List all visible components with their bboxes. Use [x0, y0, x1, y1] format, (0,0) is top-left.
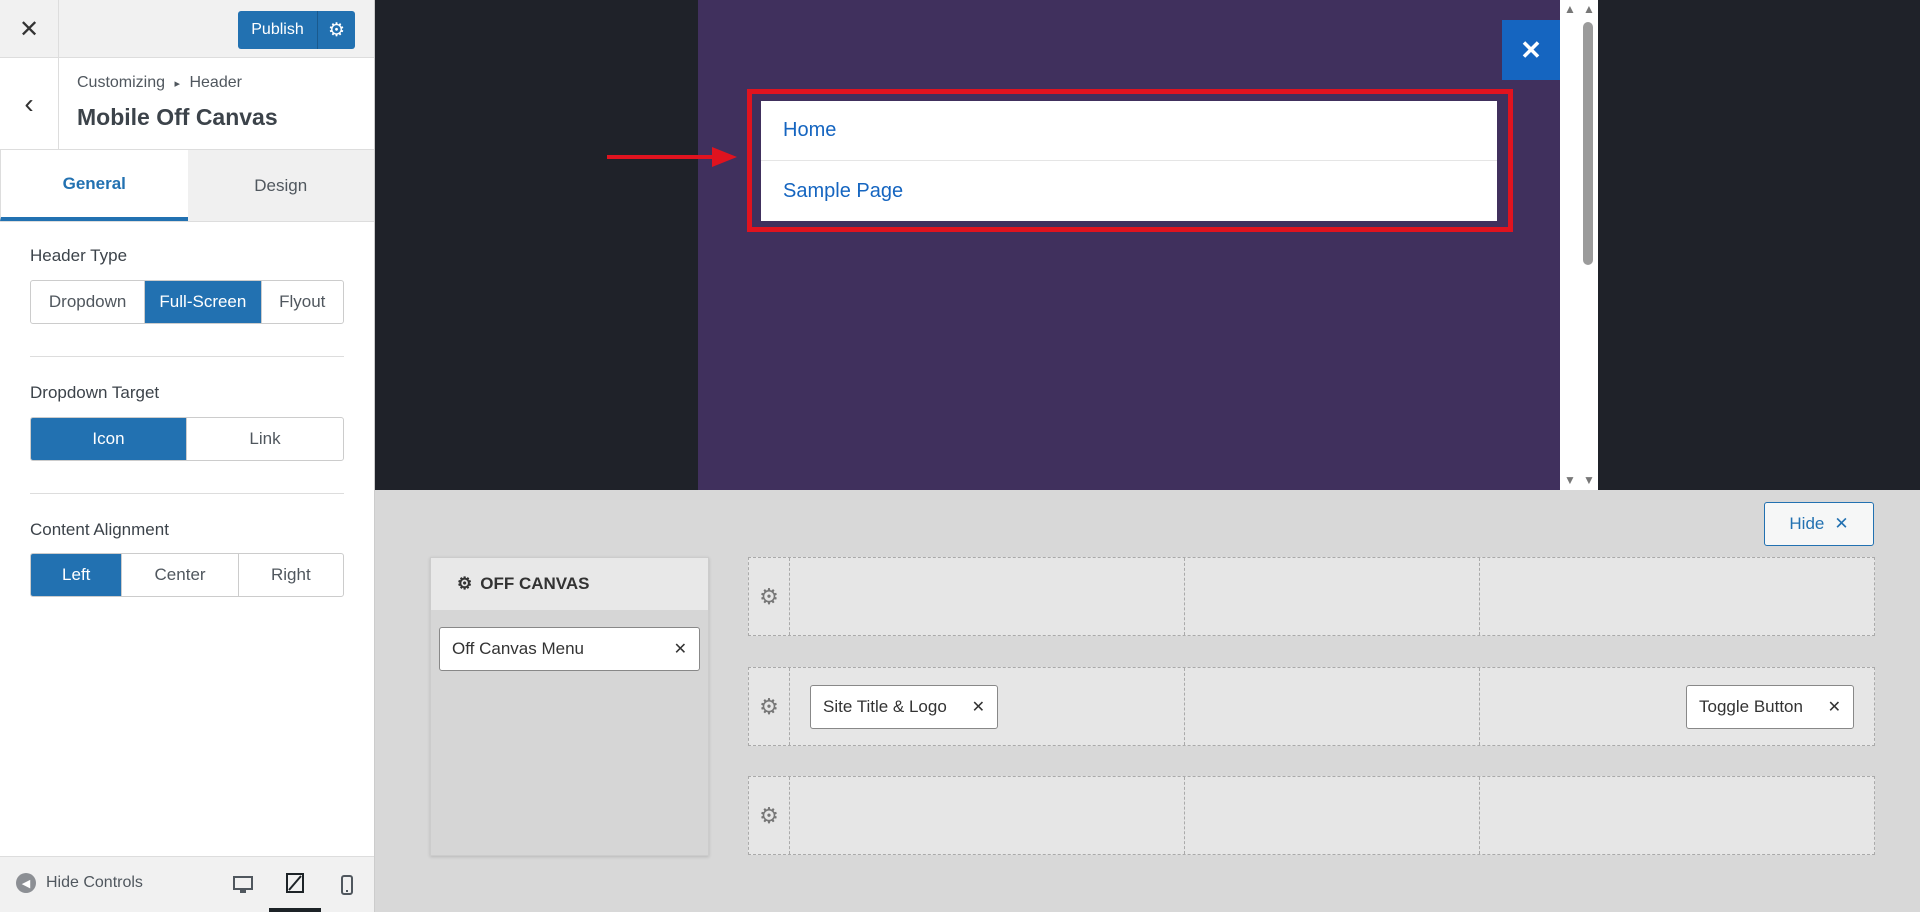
chevron-left-icon: ‹	[24, 88, 34, 119]
close-icon: ✕	[18, 15, 40, 43]
preview-scrollbar[interactable]: ▲ ▲ ▼ ▼	[1560, 0, 1598, 490]
back-button[interactable]: ‹	[0, 58, 59, 150]
close-icon: ✕	[1520, 34, 1542, 65]
publish-settings-button[interactable]: ⚙	[318, 11, 355, 49]
header-type-flyout[interactable]: Flyout	[262, 281, 343, 323]
content-alignment-group: Left Center Right	[30, 553, 344, 597]
gear-icon: ⚙	[759, 802, 779, 828]
gear-icon: ⚙	[457, 574, 473, 593]
collapse-icon: ◀	[16, 873, 36, 893]
scroll-up-icon[interactable]: ▲	[1564, 2, 1576, 16]
chip-label: Site Title & Logo	[823, 697, 947, 716]
breadcrumb-parent: Header	[189, 74, 242, 91]
mobile-icon	[341, 875, 353, 895]
scroll-down-icon[interactable]: ▼	[1583, 473, 1595, 487]
chip-label: Toggle Button	[1699, 697, 1803, 716]
sidebar-footer: ◀ Hide Controls	[0, 856, 374, 912]
scroll-thumb[interactable]	[1583, 22, 1593, 265]
section-header: ‹ Customizing ▸ Header Mobile Off Canvas	[0, 58, 374, 150]
gear-icon: ⚙	[759, 693, 779, 719]
menu-item-sample-page[interactable]: Sample Page	[761, 161, 1497, 221]
alignment-right[interactable]: Right	[239, 554, 343, 596]
remove-icon[interactable]: ✕	[674, 639, 687, 659]
page-title: Mobile Off Canvas	[77, 104, 278, 130]
customizer-sidebar: ✕ Publish ⚙ ‹ Customizing ▸ Header Mobil…	[0, 0, 375, 912]
hide-controls-button[interactable]: ◀ Hide Controls	[16, 873, 143, 893]
tablet-preview-button[interactable]	[269, 857, 321, 912]
header-type-label: Header Type	[30, 246, 128, 265]
gear-icon: ⚙	[327, 19, 346, 41]
desktop-preview-button[interactable]	[217, 857, 269, 912]
scroll-up-icon[interactable]: ▲	[1583, 2, 1595, 16]
tab-general[interactable]: General	[0, 150, 188, 221]
off-canvas-title: OFF CANVAS	[480, 574, 590, 593]
panel-tabs: General Design	[0, 150, 374, 222]
hide-builder-button[interactable]: Hide ✕	[1764, 502, 1874, 546]
publish-button[interactable]: Publish	[238, 11, 318, 49]
row-settings-button[interactable]: ⚙	[749, 777, 790, 854]
row-settings-button[interactable]: ⚙	[749, 558, 790, 635]
customizer-topbar: ✕ Publish ⚙	[0, 0, 374, 58]
header-type-fullscreen[interactable]: Full-Screen	[145, 281, 262, 323]
divider	[30, 356, 344, 357]
header-type-group: Dropdown Full-Screen Flyout	[30, 280, 344, 324]
header-type-dropdown[interactable]: Dropdown	[31, 281, 146, 323]
alignment-center[interactable]: Center	[122, 554, 239, 596]
builder-row-top: ⚙	[748, 557, 1875, 636]
off-canvas-menu: Home Sample Page	[761, 101, 1497, 221]
hide-label: Hide	[1789, 514, 1825, 533]
scroll-down-icon[interactable]: ▼	[1564, 473, 1576, 487]
chip-label: Off Canvas Menu	[452, 639, 584, 658]
tab-design[interactable]: Design	[187, 150, 374, 221]
site-title-logo-chip[interactable]: Site Title & Logo ✕	[810, 685, 998, 729]
mobile-preview-frame	[698, 0, 1560, 490]
hide-controls-label: Hide Controls	[46, 874, 143, 891]
off-canvas-header[interactable]: ⚙ OFF CANVAS	[431, 558, 708, 610]
builder-row-bottom: ⚙	[748, 776, 1875, 855]
off-canvas-close-button[interactable]: ✕	[1502, 20, 1560, 80]
menu-item-home[interactable]: Home	[761, 101, 1497, 161]
off-canvas-menu-chip[interactable]: Off Canvas Menu ✕	[439, 627, 700, 671]
off-canvas-panel: ⚙ OFF CANVAS	[430, 557, 709, 856]
dropdown-target-link[interactable]: Link	[187, 418, 343, 460]
breadcrumb-root: Customizing	[77, 74, 166, 91]
mobile-preview-button[interactable]	[321, 857, 373, 912]
dropdown-target-group: Icon Link	[30, 417, 344, 461]
publish-group: Publish ⚙	[238, 11, 355, 49]
tablet-icon	[286, 872, 304, 893]
gear-icon: ⚙	[759, 583, 779, 609]
alignment-left[interactable]: Left	[31, 554, 123, 596]
remove-icon[interactable]: ✕	[972, 697, 985, 717]
dropdown-target-icon[interactable]: Icon	[31, 418, 187, 460]
content-alignment-label: Content Alignment	[30, 520, 169, 539]
divider	[30, 493, 344, 494]
toggle-button-chip[interactable]: Toggle Button ✕	[1686, 685, 1854, 729]
breadcrumb-separator: ▸	[174, 78, 181, 90]
close-icon: ✕	[1834, 514, 1849, 533]
breadcrumb: Customizing ▸ Header	[77, 74, 242, 92]
dropdown-target-label: Dropdown Target	[30, 383, 160, 402]
arrow-annotation	[607, 147, 737, 167]
row-settings-button[interactable]: ⚙	[749, 668, 790, 745]
desktop-icon	[233, 876, 253, 893]
close-customizer-button[interactable]: ✕	[0, 0, 59, 58]
remove-icon[interactable]: ✕	[1828, 697, 1841, 717]
